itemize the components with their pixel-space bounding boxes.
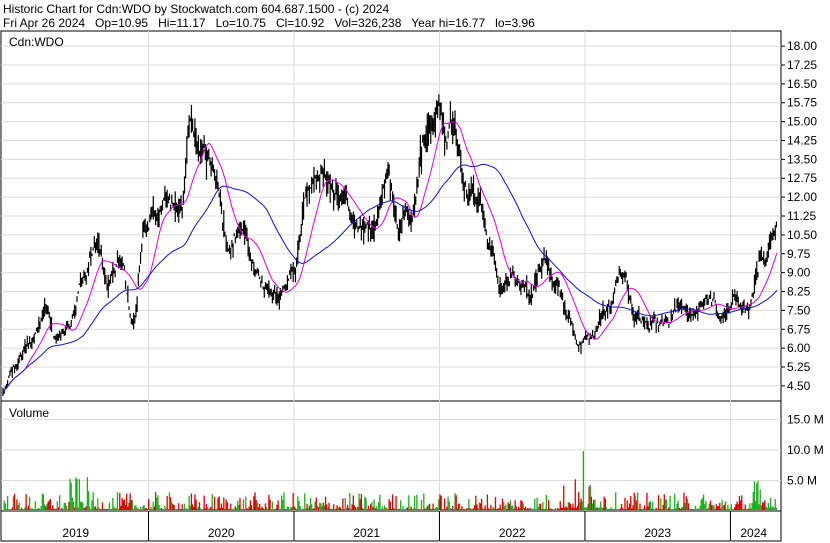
volume-tick-label: 5.0 M xyxy=(787,473,817,487)
year-label: 2023 xyxy=(644,526,671,540)
price-tick-label: 15.00 xyxy=(787,115,817,129)
price-tick-label: 6.75 xyxy=(787,322,811,336)
volume-tick-label: 10.0 M xyxy=(787,443,824,457)
price-tick-label: 18.00 xyxy=(787,39,817,53)
price-tick-label: 9.00 xyxy=(787,266,811,280)
price-tick-label: 16.50 xyxy=(787,77,817,91)
price-tick-label: 13.50 xyxy=(787,152,817,166)
year-label: 2024 xyxy=(740,526,767,540)
chart-canvas: Historic Chart for Cdn:WDO by Stockwatch… xyxy=(0,2,824,543)
price-tick-label: 4.50 xyxy=(787,379,811,393)
year-label: 2020 xyxy=(208,526,235,540)
price-tick-label: 8.25 xyxy=(787,285,811,299)
symbol-label: Cdn:WDO xyxy=(9,35,64,49)
price-tick-label: 5.25 xyxy=(787,360,811,374)
price-tick-label: 9.75 xyxy=(787,247,811,261)
price-tick-label: 12.75 xyxy=(787,171,817,185)
year-label: 2021 xyxy=(353,526,380,540)
price-tick-label: 7.50 xyxy=(787,303,811,317)
price-tick-label: 17.25 xyxy=(787,58,817,72)
price-tick-label: 12.00 xyxy=(787,190,817,204)
price-tick-label: 10.50 xyxy=(787,228,817,242)
price-tick-label: 6.00 xyxy=(787,341,811,355)
price-tick-label: 15.75 xyxy=(787,96,817,110)
year-label: 2022 xyxy=(499,526,526,540)
price-tick-label: 14.25 xyxy=(787,133,817,147)
price-tick-label: 11.25 xyxy=(787,209,816,223)
volume-tick-label: 15.0 M xyxy=(787,412,824,426)
volume-label: Volume xyxy=(9,406,49,420)
chart-title-line1: Historic Chart for Cdn:WDO by Stockwatch… xyxy=(3,2,389,16)
year-label: 2019 xyxy=(62,526,89,540)
chart-title-line2: Fri Apr 26 2024 Op=10.95 Hi=11.17 Lo=10.… xyxy=(3,16,535,30)
stock-chart: Historic Chart for Cdn:WDO by Stockwatch… xyxy=(0,0,830,543)
